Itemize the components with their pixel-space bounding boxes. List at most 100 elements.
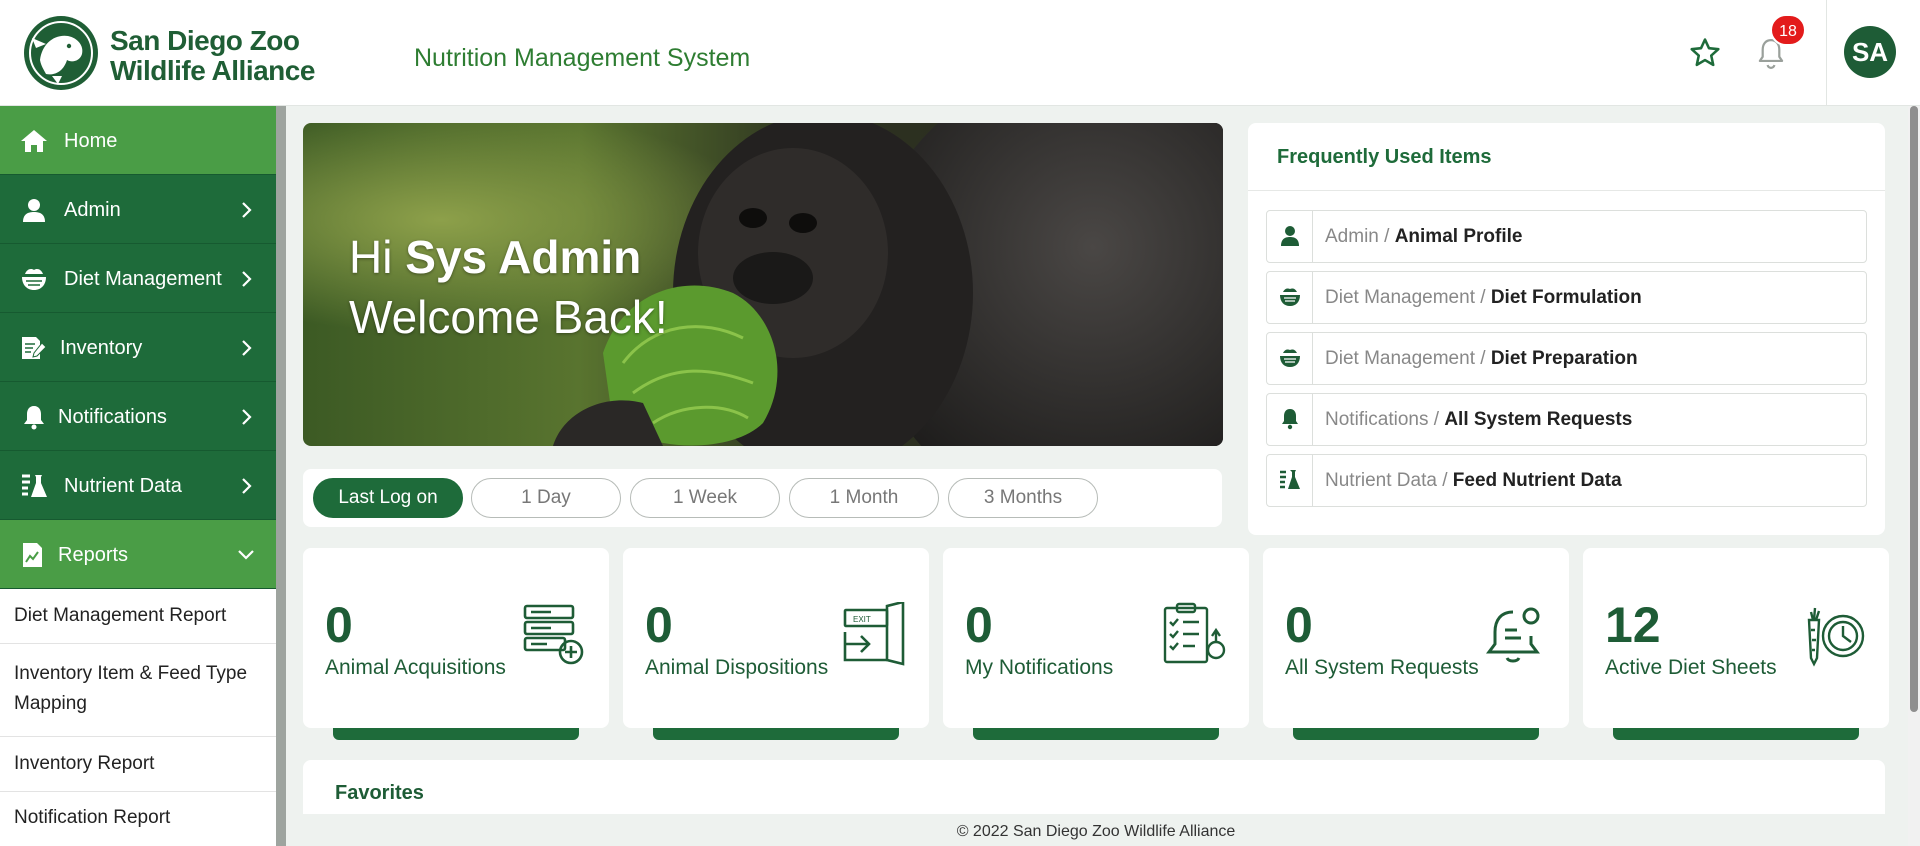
carrot-clock-icon [1807, 607, 1865, 667]
report-chart-icon [23, 543, 42, 567]
app-title: Nutrition Management System [414, 44, 751, 72]
freq-item-section: Diet Management / [1325, 287, 1491, 308]
svg-text:EXIT: EXIT [853, 615, 871, 624]
stat-card-all-system-requests[interactable]: 0 All System Requests [1263, 548, 1569, 728]
welcome-back-text: Welcome Back! [349, 291, 668, 343]
sidebar-item-home[interactable]: Home [0, 106, 276, 175]
filter-1-month[interactable]: 1 Month [789, 478, 939, 518]
header-divider [1826, 0, 1827, 106]
sidebar-item-label: Nutrient Data [64, 475, 182, 497]
chevron-right-icon [242, 340, 252, 356]
filter-1-week[interactable]: 1 Week [630, 478, 780, 518]
sidebar-scrollbar[interactable] [276, 106, 286, 846]
frequently-used-panel: Frequently Used Items Admin / Animal Pro… [1248, 123, 1885, 535]
flask-list-icon [22, 474, 47, 497]
sidebar-item-label: Admin [64, 199, 121, 221]
stat-label: My Notifications [965, 656, 1114, 679]
sidebar-item-label: Inventory [60, 337, 143, 359]
sidebar-item-label: Notifications [58, 406, 167, 428]
server-add-icon [523, 604, 584, 665]
notification-count-badge[interactable]: 18 [1770, 14, 1806, 46]
card-accent-bar [973, 728, 1219, 740]
freq-item-section: Admin / [1325, 226, 1395, 247]
sidebar-subitem-inventory-feed-mapping[interactable]: Inventory Item & Feed Type Mapping [0, 644, 276, 737]
stat-value: 0 [325, 597, 353, 653]
user-name: Sys Admin [405, 231, 642, 283]
food-bowl-icon [22, 269, 46, 290]
sidebar-item-label: Diet Management [64, 268, 222, 290]
food-bowl-icon [1280, 349, 1300, 367]
exit-door-icon: EXIT [843, 602, 905, 666]
sidebar-item-diet-management[interactable]: Diet Management [0, 244, 276, 313]
brand-line-1: San Diego Zoo [110, 25, 300, 56]
stat-label: All System Requests [1285, 656, 1479, 679]
chevron-right-icon [242, 409, 252, 425]
freq-item-page: Diet Preparation [1490, 348, 1638, 369]
filter-1-day[interactable]: 1 Day [471, 478, 621, 518]
main-scrollbar[interactable] [1908, 106, 1920, 846]
freq-item-page: All System Requests [1444, 409, 1633, 430]
hero-banner: Hi Sys Admin Welcome Back! [303, 123, 1223, 446]
freq-item-section: Notifications / [1325, 409, 1445, 430]
sidebar-subitem-inventory-report[interactable]: Inventory Report [0, 737, 276, 792]
welcome-message: Hi Sys Admin Welcome Back! [349, 227, 668, 347]
stat-card-animal-acquisitions[interactable]: 0 Animal Acquisitions [303, 548, 609, 728]
sidebar-item-label: Reports [58, 544, 129, 566]
food-bowl-icon [1280, 288, 1300, 306]
greeting-prefix: Hi [349, 231, 393, 283]
stat-card-active-diet-sheets[interactable]: 12 Active Diet Sheets [1583, 548, 1889, 728]
bell-icon [24, 406, 44, 430]
chevron-right-icon [242, 202, 252, 218]
freq-item-feed-nutrient-data[interactable]: Nutrient Data / Feed Nutrient Data [1266, 454, 1867, 507]
freq-item-all-system-requests[interactable]: Notifications / All System Requests [1266, 393, 1867, 446]
card-accent-bar [653, 728, 899, 740]
chevron-right-icon [242, 478, 252, 494]
brand-line-2: Wildlife Alliance [110, 55, 315, 86]
chevron-right-icon [242, 271, 252, 287]
scrollbar-thumb[interactable] [1910, 106, 1918, 712]
freq-item-page: Animal Profile [1394, 226, 1523, 247]
card-accent-bar [1613, 728, 1859, 740]
card-accent-bar [1293, 728, 1539, 740]
zoo-logo-icon[interactable] [22, 14, 100, 92]
freq-item-page: Diet Formulation [1490, 287, 1642, 308]
log-filter-bar: Last Log on 1 Day 1 Week 1 Month 3 Month… [303, 469, 1222, 527]
bell-icon [1282, 409, 1298, 430]
freq-item-diet-formulation[interactable]: Diet Management / Diet Formulation [1266, 271, 1867, 324]
freq-item-section: Nutrient Data / [1325, 470, 1453, 491]
stat-card-animal-dispositions[interactable]: 0 Animal Dispositions EXIT [623, 548, 929, 728]
sidebar-item-notifications[interactable]: Notifications [0, 382, 276, 451]
sidebar-item-admin[interactable]: Admin [0, 175, 276, 244]
stat-value: 12 [1605, 597, 1661, 653]
favorites-title: Favorites [335, 782, 424, 804]
freq-item-animal-profile[interactable]: Admin / Animal Profile [1266, 210, 1867, 263]
user-avatar[interactable]: SA [1844, 26, 1896, 78]
notification-bell-icon [1486, 607, 1540, 663]
stat-label: Animal Dispositions [645, 656, 829, 679]
brand-name: San Diego Zoo Wildlife Alliance [110, 26, 315, 86]
user-icon [23, 199, 45, 222]
filter-3-months[interactable]: 3 Months [948, 478, 1098, 518]
stat-label: Active Diet Sheets [1605, 656, 1777, 679]
sidebar-item-inventory[interactable]: Inventory [0, 313, 276, 382]
footer-copyright: © 2022 San Diego Zoo Wildlife Alliance [286, 814, 1906, 846]
stat-label: Animal Acquisitions [325, 656, 506, 679]
freq-item-section: Diet Management / [1325, 348, 1491, 369]
checklist-icon [1163, 602, 1226, 664]
sidebar-item-reports[interactable]: Reports [0, 520, 276, 589]
chevron-down-icon [238, 550, 254, 560]
top-header: San Diego Zoo Wildlife Alliance Nutritio… [0, 0, 1920, 106]
frequently-used-title: Frequently Used Items [1277, 146, 1492, 168]
sidebar-subitem-diet-management-report[interactable]: Diet Management Report [0, 589, 276, 644]
home-icon [21, 130, 47, 152]
sidebar-item-label: Home [64, 130, 118, 152]
stat-value: 0 [965, 597, 993, 653]
filter-last-log-on[interactable]: Last Log on [313, 478, 463, 518]
star-icon[interactable] [1688, 36, 1722, 70]
stat-card-my-notifications[interactable]: 0 My Notifications [943, 548, 1249, 728]
sidebar-subitem-notification-report[interactable]: Notification Report [0, 792, 276, 846]
freq-item-diet-preparation[interactable]: Diet Management / Diet Preparation [1266, 332, 1867, 385]
sidebar-item-nutrient-data[interactable]: Nutrient Data [0, 451, 276, 520]
freq-item-page: Feed Nutrient Data [1452, 470, 1622, 491]
card-accent-bar [333, 728, 579, 740]
